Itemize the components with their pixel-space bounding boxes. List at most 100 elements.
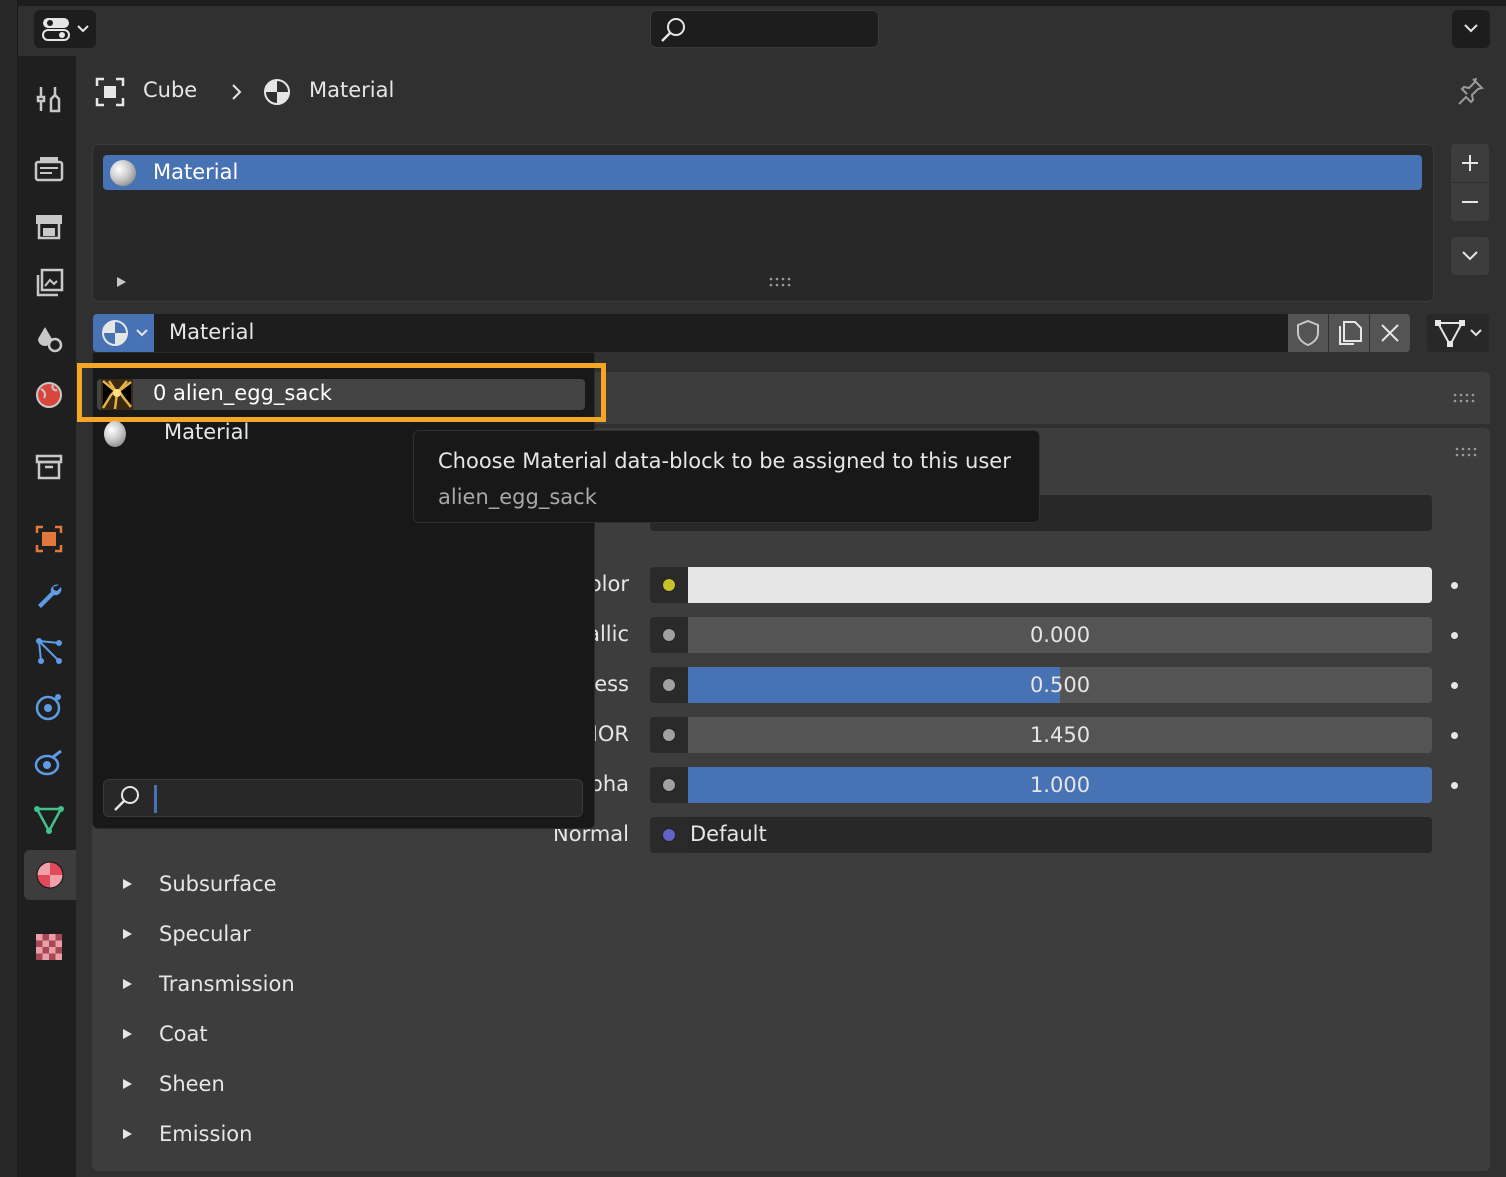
minus-icon — [1462, 201, 1478, 203]
properties-tab-bar — [18, 56, 76, 1177]
wrench-icon — [38, 584, 62, 608]
tooltip-subtitle: alien_egg_sack — [438, 485, 597, 509]
tab-texture[interactable] — [24, 922, 74, 972]
material-preview-icon — [104, 421, 126, 447]
value-slider[interactable]: 1.000 — [688, 767, 1432, 803]
tab-constraints[interactable] — [24, 738, 74, 788]
expand-triangle-icon — [123, 879, 132, 889]
text-cursor — [154, 785, 157, 813]
tab-material[interactable] — [24, 850, 76, 900]
socket-link-button[interactable] — [650, 667, 688, 703]
tab-physics[interactable] — [24, 682, 74, 732]
slot-specials-button[interactable] — [1451, 237, 1489, 275]
tab-collection[interactable] — [24, 442, 74, 492]
value-slider[interactable]: 0.500 — [688, 667, 1432, 703]
socket-icon — [662, 578, 676, 592]
chevron-down-icon — [1462, 251, 1478, 261]
view-layer-icon — [36, 268, 64, 297]
chevron-right-icon — [232, 84, 242, 100]
keyframe-dot-icon[interactable] — [1451, 782, 1458, 789]
subpanel-header[interactable]: Sheen — [118, 1070, 718, 1102]
socket-icon — [662, 628, 676, 642]
texture-icon — [36, 934, 62, 960]
field-value: Default — [690, 822, 767, 846]
editor-type-icon — [42, 18, 70, 41]
tab-modifiers[interactable] — [24, 570, 74, 620]
tab-view-layer[interactable] — [24, 258, 74, 308]
expand-triangle-icon[interactable] — [114, 275, 128, 289]
plus-icon — [1462, 155, 1478, 171]
tab-render[interactable] — [24, 144, 74, 194]
tab-world[interactable] — [24, 370, 74, 420]
close-icon — [1381, 324, 1399, 342]
drag-grip-icon[interactable] — [1452, 392, 1476, 404]
output-icon — [36, 215, 62, 240]
subpanel-header[interactable]: Coat — [118, 1020, 718, 1052]
value-slider[interactable]: 0.000 — [688, 617, 1432, 653]
expand-triangle-icon — [123, 929, 132, 939]
expand-triangle-icon — [123, 979, 132, 989]
dropdown-search-input[interactable] — [103, 779, 583, 817]
subpanel-header[interactable]: Emission — [118, 1120, 718, 1152]
material-icon — [36, 861, 64, 889]
keyframe-dot-icon[interactable] — [1451, 732, 1458, 739]
subpanel-label: Coat — [159, 1022, 208, 1046]
fake-user-button[interactable] — [1288, 314, 1328, 352]
link-type-button[interactable] — [1427, 314, 1489, 352]
object-icon — [35, 525, 63, 553]
properties-search-input[interactable] — [650, 10, 879, 48]
subpanel-header[interactable]: Specular — [118, 920, 718, 952]
material-icon — [264, 79, 290, 105]
tab-object[interactable] — [24, 514, 74, 564]
color-swatch[interactable] — [688, 567, 1432, 603]
socket-link-button[interactable] — [650, 567, 688, 603]
tab-tool[interactable] — [24, 74, 74, 124]
resize-grip-icon[interactable] — [768, 276, 794, 288]
editor-type-button[interactable] — [34, 10, 96, 48]
material-slot-label: Material — [153, 160, 239, 184]
tooltip-title: Choose Material data-block to be assigne… — [438, 449, 1011, 473]
add-slot-button[interactable] — [1451, 144, 1489, 182]
subpanel-header[interactable]: Transmission — [118, 970, 718, 1002]
subpanel-label: Transmission — [159, 972, 295, 996]
physics-icon — [35, 694, 61, 721]
tab-output[interactable] — [24, 202, 74, 252]
tab-particles[interactable] — [24, 626, 74, 676]
pin-icon[interactable] — [1455, 76, 1485, 106]
socket-link-button[interactable] — [650, 767, 688, 803]
subpanel-header[interactable]: Subsurface — [118, 870, 718, 902]
keyframe-dot-icon[interactable] — [1451, 632, 1458, 639]
particles-icon — [36, 638, 62, 664]
drag-grip-icon[interactable] — [1454, 446, 1478, 458]
remove-slot-button[interactable] — [1451, 183, 1489, 221]
socket-link-button[interactable] — [650, 817, 688, 853]
render-icon — [34, 157, 64, 182]
chevron-down-icon — [136, 329, 148, 337]
value-slider[interactable]: 1.450 — [688, 717, 1432, 753]
duplicate-material-button[interactable] — [1329, 314, 1369, 352]
browse-material-button[interactable] — [93, 314, 154, 352]
preview-panel-header[interactable] — [560, 372, 1490, 424]
header-options-button[interactable] — [1452, 10, 1490, 48]
socket-link-button[interactable] — [650, 617, 688, 653]
socket-icon — [662, 778, 676, 792]
socket-link-button[interactable] — [650, 717, 688, 753]
material-name-field[interactable]: Material — [154, 314, 1290, 352]
tab-data[interactable] — [24, 794, 74, 844]
slider-value: 0.500 — [1029, 673, 1091, 697]
constraints-icon — [34, 749, 62, 776]
material-slot-row[interactable]: Material — [103, 155, 1422, 190]
duplicate-icon — [1339, 321, 1362, 345]
material-icon — [102, 320, 128, 346]
keyframe-dot-icon[interactable] — [1451, 582, 1458, 589]
breadcrumb-object: Cube — [143, 78, 198, 102]
keyframe-dot-icon[interactable] — [1451, 682, 1458, 689]
slider-value: 0.000 — [1029, 623, 1091, 647]
unlink-material-button[interactable] — [1370, 314, 1410, 352]
slider-value: 1.000 — [1029, 773, 1091, 797]
normal-input-field[interactable]: Default — [688, 817, 1432, 853]
chevron-down-icon — [1470, 329, 1482, 337]
tab-scene[interactable] — [24, 314, 74, 364]
collection-icon — [35, 454, 63, 480]
mesh-data-icon — [1435, 320, 1465, 347]
